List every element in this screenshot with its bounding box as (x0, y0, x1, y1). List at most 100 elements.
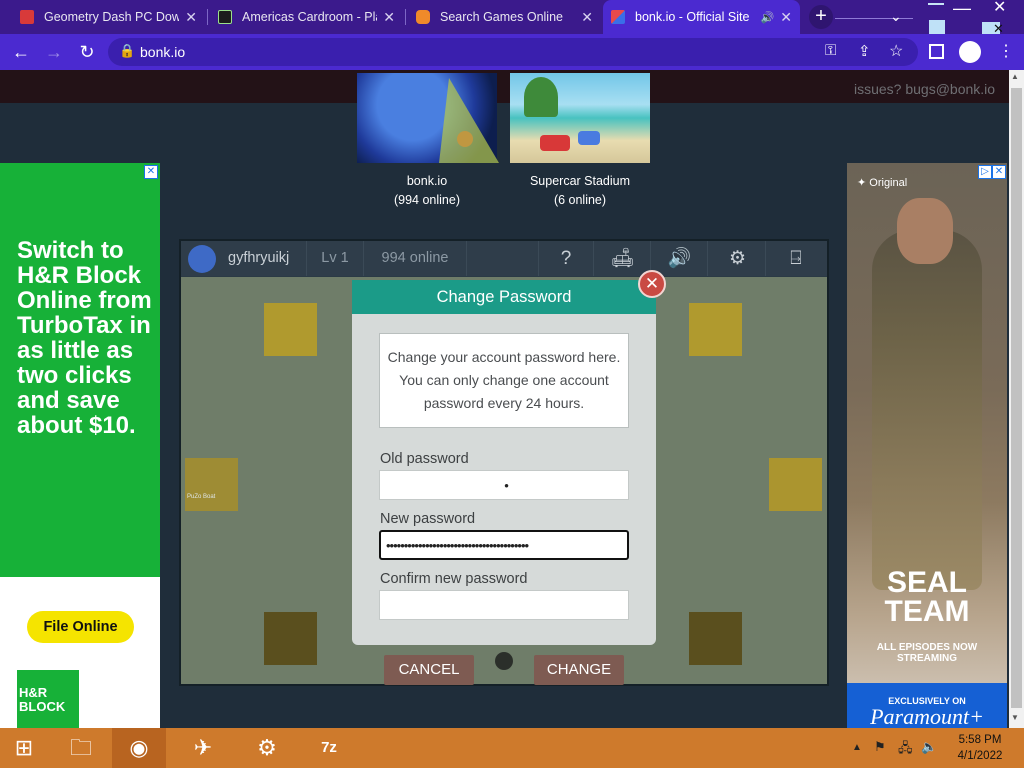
start-windows-icon[interactable]: ⊞ (0, 728, 48, 768)
map-block[interactable] (689, 303, 742, 356)
game-online-count: (994 online) (393, 193, 460, 207)
close-tab-icon[interactable]: ✕ (581, 9, 593, 26)
blue-car-icon (578, 131, 600, 145)
help-icon[interactable]: ? (538, 241, 594, 276)
minimize-icon[interactable]: — (953, 0, 971, 17)
address-input[interactable] (108, 38, 918, 66)
geometry-dash-favicon-icon (20, 10, 34, 24)
side-panel-icon[interactable] (929, 44, 944, 59)
supercar-stadium-game-label[interactable]: Supercar Stadium (6 online) (500, 172, 660, 210)
clock-date: 4/1/2022 (957, 750, 1003, 762)
ad-choices[interactable]: ▷ ✕ (978, 165, 1006, 179)
ad-close-icon[interactable]: ✕ (144, 165, 158, 179)
close-tab-icon[interactable]: ✕ (780, 9, 792, 26)
file-online-button[interactable]: File Online (27, 611, 134, 643)
app-frog-icon[interactable]: ✈ (176, 728, 230, 768)
share-icon[interactable]: ⇪ (858, 42, 871, 60)
map-block[interactable] (264, 612, 317, 665)
level-label: Lv 1 (307, 241, 364, 276)
online-count-label: 994 online (364, 241, 467, 276)
settings-gear-icon[interactable]: ⚙ (710, 241, 766, 276)
game-online-count: (6 online) (553, 193, 607, 207)
tab-title: Search Games Online (440, 10, 563, 24)
volume-icon[interactable]: 🔊 (652, 241, 708, 276)
bonk-favicon-icon (611, 10, 625, 24)
ad-close-icon[interactable]: ✕ (992, 165, 1006, 179)
network-icon[interactable]: 🖧 (898, 739, 913, 761)
settings-app-icon[interactable]: ⚙ (240, 728, 294, 768)
tab-separator (405, 9, 406, 25)
paramount-plus-logo: Paramount+ (870, 704, 984, 729)
map-block-puzo-boat[interactable]: PuZo Boat (185, 458, 238, 511)
tab-title: Geometry Dash PC Down (44, 10, 180, 24)
map-block[interactable] (769, 458, 822, 511)
tab-search-chevron-icon[interactable]: ⌄ (890, 8, 902, 25)
close-tab-icon[interactable]: ✕ (383, 9, 395, 26)
new-password-label: New password (380, 511, 476, 527)
paramount-plus-banner: EXCLUSIVELY ON Paramount+ (847, 683, 1007, 728)
file-explorer-icon[interactable]: 🗀 (54, 728, 108, 768)
soldier-face-image (897, 198, 953, 264)
block-label: PuZo Boat (187, 494, 216, 500)
tray-expand-icon[interactable]: ▲ (852, 742, 862, 753)
scroll-up-icon[interactable]: ▲ (1011, 72, 1019, 81)
change-button[interactable]: CHANGE (534, 655, 624, 685)
cardroom-favicon-icon (218, 10, 232, 24)
key-icon[interactable]: ⚿ (825, 42, 836, 59)
gamepad-favicon-icon (416, 10, 430, 24)
menu-kebab-icon[interactable]: ⋮ (998, 41, 1014, 61)
tab-geometry-dash[interactable]: Geometry Dash PC Down ✕ (12, 0, 205, 34)
scroll-down-icon[interactable]: ▼ (1011, 713, 1019, 722)
exclusive-label: EXCLUSIVELY ON (888, 696, 966, 706)
old-password-input[interactable] (379, 470, 629, 500)
map-block[interactable] (689, 612, 742, 665)
game-title: bonk.io (406, 174, 448, 188)
tab-americas-cardroom[interactable]: Americas Cardroom - Pla ✕ (210, 0, 403, 34)
profile-avatar-icon[interactable] (959, 41, 981, 63)
tray-flag-icon[interactable]: ⚑ (874, 739, 886, 755)
forward-icon[interactable]: → (42, 40, 66, 64)
scrollbar-thumb[interactable] (1011, 88, 1022, 708)
tab-search-games[interactable]: Search Games Online ✕ (408, 0, 601, 34)
close-tab-icon[interactable]: ✕ (185, 9, 197, 26)
back-icon[interactable]: ← (9, 40, 33, 64)
window-preview (929, 20, 945, 34)
new-password-input[interactable] (379, 530, 629, 560)
7zip-icon[interactable]: 7z (302, 728, 356, 768)
volume-tray-icon[interactable]: 🔈 (921, 739, 937, 755)
player-avatar[interactable] (188, 245, 216, 273)
bonk-io-game-label[interactable]: bonk.io (994 online) (347, 172, 507, 210)
tab-title: bonk.io - Official Site (635, 10, 750, 24)
bookmark-star-icon[interactable]: ☆ (889, 41, 903, 61)
seal-team-title: SEAL TEAM (884, 566, 970, 628)
system-clock[interactable]: 5:58 PM 4/1/2022 (940, 732, 1020, 764)
window-accent (928, 3, 944, 5)
new-tab-button[interactable]: + (809, 5, 833, 29)
dialog-close-icon[interactable]: ✕ (638, 270, 666, 298)
confirm-password-input[interactable] (379, 590, 629, 620)
game-title: Supercar Stadium (529, 174, 631, 188)
tab-title: Americas Cardroom - Pla (242, 10, 378, 24)
tab-bonk-io[interactable]: bonk.io - Official Site 🔊 ✕ (603, 0, 800, 34)
paramount-star-icon: ✦ (857, 177, 870, 189)
exit-icon[interactable]: ⍈ (768, 241, 824, 276)
supercar-stadium-thumbnail[interactable] (510, 73, 650, 163)
old-password-label: Old password (380, 451, 469, 467)
username-label[interactable]: gyfhryuikj (224, 241, 307, 276)
chrome-icon[interactable]: ◉ (112, 728, 166, 768)
map-block[interactable] (264, 303, 317, 356)
reload-icon[interactable]: ↻ (75, 40, 99, 64)
green-ramp-shape (439, 78, 499, 163)
issues-link[interactable]: issues? bugs@bonk.io (854, 81, 995, 97)
game-ball (495, 652, 513, 670)
audio-playing-icon[interactable]: 🔊 (761, 11, 775, 24)
original-badge: ✦ Original (857, 176, 907, 189)
skins-icon[interactable]: 🛋 (595, 241, 651, 276)
ad-choices-icon[interactable]: ▷ (978, 165, 992, 179)
close-window-icon[interactable]: ✕ (993, 0, 1006, 16)
seal-team-subtitle: ALL EPISODES NOW STREAMING (876, 642, 978, 664)
cancel-button[interactable]: CANCEL (384, 655, 474, 685)
lock-icon[interactable]: 🔒 (119, 43, 135, 59)
bonk-io-thumbnail[interactable] (357, 73, 499, 163)
dialog-info-text: Change your account password here. You c… (379, 333, 629, 428)
